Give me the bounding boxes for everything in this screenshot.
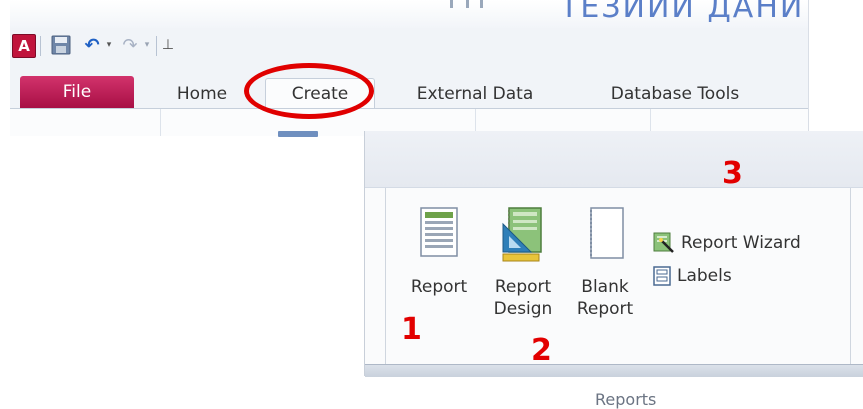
panel-header-strip <box>365 131 863 188</box>
tab-external-data[interactable]: External Data <box>400 80 550 108</box>
report-design-button[interactable]: Report Design <box>485 188 561 338</box>
customize-qat-icon[interactable]: ⊥ <box>162 34 174 56</box>
reports-group: ▾ Report <box>365 188 863 409</box>
title-strip: ТЕЗИИИ ДАНИ <box>10 0 808 28</box>
floppy-disk-icon <box>51 35 71 55</box>
undo-icon[interactable]: ↶ <box>82 34 102 56</box>
qat-separator <box>156 36 157 56</box>
tab-home[interactable]: Home <box>162 80 242 108</box>
title-marks <box>450 0 490 8</box>
annotation-number-2: 2 <box>531 333 552 368</box>
reports-zoom-panel: ▾ Report <box>364 131 863 409</box>
save-icon[interactable] <box>50 34 72 56</box>
redo-dropdown-icon[interactable]: ▾ <box>142 34 152 56</box>
group-separator <box>385 188 386 364</box>
quick-access-toolbar: A ↶ ▾ ↷ ▾ ⊥ <box>10 30 790 60</box>
labels-button[interactable]: Labels <box>653 263 732 289</box>
document-title-fragment: ТЕЗИИИ ДАНИ <box>560 0 805 25</box>
report-label: Report <box>410 277 468 297</box>
panel-footer-strip <box>365 364 863 377</box>
report-wizard-label: Report Wizard <box>681 233 801 253</box>
report-icon <box>420 207 458 257</box>
blank-report-button[interactable]: Blank Report <box>571 188 639 338</box>
tab-database-tools[interactable]: Database Tools <box>590 80 760 108</box>
labels-icon <box>653 266 671 286</box>
tab-create[interactable]: Create <box>265 78 375 109</box>
labels-label: Labels <box>677 266 732 286</box>
blank-report-label: Blank Report <box>576 277 634 319</box>
redo-icon[interactable]: ↷ <box>120 34 140 56</box>
undo-dropdown-icon[interactable]: ▾ <box>104 34 114 56</box>
report-wizard-icon <box>653 232 674 253</box>
reports-group-label: Reports <box>595 390 657 409</box>
annotation-number-1: 1 <box>401 312 422 347</box>
ribbon-tabs: File Home Create External Data Database … <box>10 68 798 109</box>
qat-separator <box>40 36 41 56</box>
annotation-number-3: 3 <box>722 156 743 191</box>
access-app-icon[interactable]: A <box>12 34 36 58</box>
ribbon-top-crop: ТЕЗИИИ ДАНИ A ↶ ▾ ↷ ▾ ⊥ File Home Create… <box>10 0 809 137</box>
report-design-label: Report Design <box>493 277 553 319</box>
blank-report-icon <box>590 207 624 259</box>
group-separator <box>850 188 851 364</box>
tab-file[interactable]: File <box>20 76 134 108</box>
report-wizard-button[interactable]: Report Wizard <box>653 230 801 256</box>
report-design-icon <box>502 207 542 262</box>
